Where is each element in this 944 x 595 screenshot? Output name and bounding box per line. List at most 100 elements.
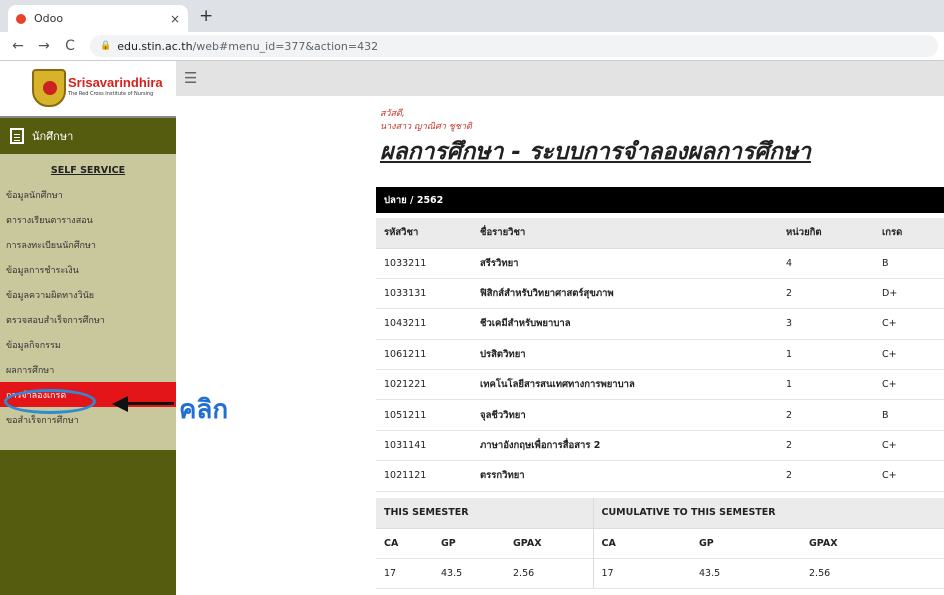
cumulative-ca-value: 17 <box>592 558 691 589</box>
tab-title: Odoo <box>34 12 64 25</box>
cumulative-gp-value: 43.5 <box>691 558 801 589</box>
course-credit: 2 <box>778 399 874 431</box>
sidebar-item-activities[interactable]: ข้อมูลกิจกรรม <box>0 332 176 357</box>
course-credit: 4 <box>778 248 874 279</box>
column-header-name: ชื่อรายวิชา <box>472 218 778 249</box>
summary-gpax-value: 2.56 <box>505 558 593 589</box>
course-grade: D+ <box>874 278 944 310</box>
column-header-grade: เกรด <box>874 218 944 249</box>
summary-values-row: 17 43.5 2.56 17 43.5 2.56 <box>376 558 944 589</box>
course-name: ตรรกวิทยา <box>472 460 778 492</box>
course-code: 1043211 <box>376 308 472 340</box>
sidebar-item-payment[interactable]: ข้อมูลการชำระเงิน <box>0 257 176 282</box>
cumulative-gpax-header: GPAX <box>801 528 944 559</box>
self-service-heading: SELF SERVICE <box>50 165 126 176</box>
crest-icon <box>32 69 66 107</box>
url-field[interactable]: 🔒 edu.stin.ac.th/web#menu_id=377&action=… <box>90 35 938 57</box>
summary-header-row: CA GP GPAX CA GP GPAX <box>376 528 944 559</box>
brand-name: Srisavarindhira <box>68 75 163 90</box>
click-annotation: คลิก <box>179 395 229 425</box>
table-row: 1061211 ปรสิตวิทยา 1 C+ <box>376 339 944 371</box>
course-name: ปรสิตวิทยา <box>472 339 778 371</box>
course-name: ภาษาอังกฤษเพื่อการสื่อสาร 2 <box>472 430 778 462</box>
document-icon <box>10 128 24 144</box>
url-path: /web#menu_id=377&action=432 <box>192 39 379 53</box>
sidebar-item-graduation-check[interactable]: ตรวจสอบสำเร็จการศึกษา <box>0 307 176 332</box>
sidebar-item-discipline[interactable]: ข้อมูลความผิดทางวินัย <box>0 282 176 307</box>
greeting: สวัสดี, <box>380 109 405 119</box>
course-grade: C+ <box>874 460 944 492</box>
summary-group-header-row: THIS SEMESTER CUMULATIVE TO THIS SEMESTE… <box>376 498 944 529</box>
table-row: 1021121 ตรรกวิทยา 2 C+ <box>376 460 944 492</box>
course-credit: 2 <box>778 430 874 462</box>
course-code: 1031141 <box>376 430 472 462</box>
gpa-summary-table: THIS SEMESTER CUMULATIVE TO THIS SEMESTE… <box>376 498 944 589</box>
arrow-line <box>126 402 174 405</box>
course-credit: 2 <box>778 460 874 492</box>
course-credit: 1 <box>778 369 874 401</box>
back-icon[interactable]: ← <box>10 38 26 54</box>
course-grade: B <box>874 399 944 431</box>
page-title: ผลการศึกษา - ระบบการจำลองผลการศึกษา <box>380 139 811 165</box>
summary-gp-header: GP <box>433 528 505 559</box>
course-grade: C+ <box>874 369 944 401</box>
table-row: 1033131 ฟิสิกส์สำหรับวิทยาศาสตร์สุขภาพ 2… <box>376 278 944 310</box>
sidebar-item-timetable[interactable]: ตารางเรียนตารางสอน <box>0 207 176 232</box>
reload-icon[interactable]: C <box>62 38 78 54</box>
table-row: 1043211 ชีวเคมีสำหรับพยาบาล 3 C+ <box>376 308 944 340</box>
sidebar: Srisavarindhira The Red Cross Institute … <box>0 61 176 595</box>
logo[interactable]: Srisavarindhira The Red Cross Institute … <box>0 61 176 118</box>
course-code: 1061211 <box>376 339 472 371</box>
course-credit: 1 <box>778 339 874 371</box>
url-domain: edu.stin.ac.th <box>117 39 193 53</box>
column-header-code: รหัสวิชา <box>376 218 472 249</box>
course-name: เทคโนโลยีสารสนเทศทางการพยาบาล <box>472 369 778 401</box>
table-row: 1033211 สรีรวิทยา 4 B <box>376 248 944 279</box>
brand-tagline: The Red Cross Institute of Nursing <box>68 91 154 97</box>
odoo-favicon-icon <box>16 13 26 24</box>
course-grade: B <box>874 248 944 279</box>
cumulative-gpax-value: 2.56 <box>801 558 944 589</box>
table-row: 1031141 ภาษาอังกฤษเพื่อการสื่อสาร 2 2 C+ <box>376 430 944 462</box>
user-name: นางสาว ญาณิศา ชูชาติ <box>380 122 472 132</box>
cumulative-gp-header: GP <box>691 528 801 559</box>
course-code: 1033131 <box>376 278 472 310</box>
top-bar: ☰ <box>176 61 944 96</box>
column-header-credit: หน่วยกิต <box>778 218 874 249</box>
this-semester-header: THIS SEMESTER <box>376 498 593 529</box>
course-grade: C+ <box>874 430 944 462</box>
tab-close-icon[interactable]: × <box>170 12 180 26</box>
browser-tabstrip: Odoo × + <box>0 0 944 32</box>
summary-gp-value: 43.5 <box>433 558 505 589</box>
address-bar: ← → C 🔒 edu.stin.ac.th/web#menu_id=377&a… <box>0 32 944 61</box>
course-name: ฟิสิกส์สำหรับวิทยาศาสตร์สุขภาพ <box>472 278 778 310</box>
course-code: 1033211 <box>376 248 472 279</box>
new-tab-button[interactable]: + <box>199 6 213 26</box>
course-grade: C+ <box>874 339 944 371</box>
table-header-row: รหัสวิชา ชื่อรายวิชา หน่วยกิต เกรด <box>376 218 944 249</box>
sidebar-item-student-info[interactable]: ข้อมูลนักศึกษา <box>0 182 176 207</box>
table-row: 1051211 จุลชีววิทยา 2 B <box>376 399 944 431</box>
student-menu-label: นักศึกษา <box>32 130 74 143</box>
course-code: 1021221 <box>376 369 472 401</box>
course-credit: 2 <box>778 278 874 310</box>
hamburger-menu-icon[interactable]: ☰ <box>184 69 197 87</box>
sidebar-item-registration[interactable]: การลงทะเบียนนักศึกษา <box>0 232 176 257</box>
course-name: สรีรวิทยา <box>472 248 778 279</box>
table-row: 1021221 เทคโนโลยีสารสนเทศทางการพยาบาล 1 … <box>376 369 944 401</box>
course-code: 1051211 <box>376 399 472 431</box>
course-name: จุลชีววิทยา <box>472 399 778 431</box>
course-name: ชีวเคมีสำหรับพยาบาล <box>472 308 778 340</box>
browser-tab[interactable]: Odoo × <box>8 5 188 32</box>
course-code: 1021121 <box>376 460 472 492</box>
sidebar-item-results[interactable]: ผลการศึกษา <box>0 357 176 382</box>
cumulative-header: CUMULATIVE TO THIS SEMESTER <box>592 498 944 529</box>
grades-table: รหัสวิชา ชื่อรายวิชา หน่วยกิต เกรด 10332… <box>376 218 944 492</box>
summary-ca-value: 17 <box>376 558 433 589</box>
highlight-circle <box>4 389 96 414</box>
course-grade: C+ <box>874 308 944 340</box>
forward-icon[interactable]: → <box>36 38 52 54</box>
lock-icon: 🔒 <box>100 41 112 51</box>
student-menu[interactable]: นักศึกษา <box>0 118 176 154</box>
summary-gpax-header: GPAX <box>505 528 593 559</box>
